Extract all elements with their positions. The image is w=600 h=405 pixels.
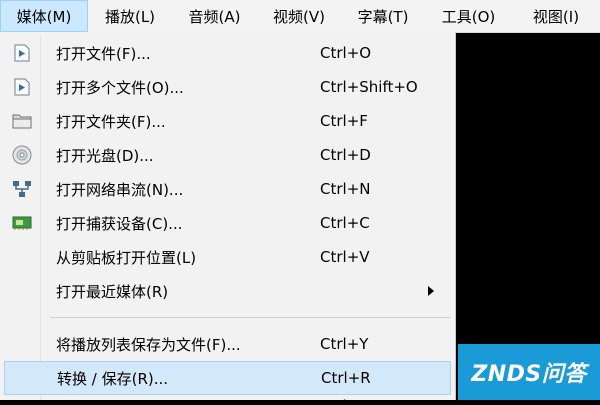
menu-item-label: 从剪贴板打开位置(L): [56, 248, 197, 267]
menu-item-open-folder[interactable]: 打开文件夹(F)... Ctrl+F: [0, 104, 455, 138]
folder-icon: [12, 111, 32, 131]
menu-item-shortcut: Ctrl+Shift+O: [320, 78, 418, 96]
menu-item-shortcut: Ctrl+D: [320, 146, 371, 164]
menu-item-label: 打开捕获设备(C)...: [56, 214, 183, 233]
menu-item-open-from-clipboard[interactable]: 从剪贴板打开位置(L) Ctrl+V: [0, 240, 455, 274]
submenu-arrow-icon: [428, 286, 434, 296]
menu-item-label: 打开文件夹(F)...: [56, 112, 166, 131]
menubar-audio[interactable]: 音频(A): [172, 0, 257, 32]
menu-item-save-playlist[interactable]: 将播放列表保存为文件(F)... Ctrl+Y: [0, 327, 455, 361]
menu-item-label: 将播放列表保存为文件(F)...: [56, 335, 241, 354]
capture-card-icon: [12, 213, 32, 233]
menubar: 媒体(M) 播放(L) 音频(A) 视频(V) 字幕(T) 工具(O) 视图(I…: [0, 0, 600, 33]
media-file-icon: [12, 43, 32, 63]
menu-item-stream[interactable]: 流... Ctrl+S: [0, 395, 455, 405]
menu-item-label: 打开网络串流(N)...: [56, 180, 184, 199]
menubar-view[interactable]: 视图(I): [512, 0, 600, 32]
media-dropdown-menu: 打开文件(F)... Ctrl+O 打开多个文件(O)... Ctrl+Shif…: [0, 32, 456, 405]
menu-item-open-capture-device[interactable]: 打开捕获设备(C)... Ctrl+C: [0, 206, 455, 240]
menubar-playback[interactable]: 播放(L): [88, 0, 172, 32]
menu-item-label: 流...: [56, 397, 85, 405]
menu-item-label: 打开文件(F)...: [56, 44, 151, 63]
menu-item-open-disc[interactable]: 打开光盘(D)... Ctrl+D: [0, 138, 455, 172]
menubar-media[interactable]: 媒体(M): [0, 0, 88, 32]
menu-item-label: 打开最近媒体(R): [56, 282, 169, 301]
menu-item-shortcut: Ctrl+V: [320, 248, 370, 266]
menubar-subtitle[interactable]: 字幕(T): [341, 0, 425, 32]
disc-icon: [12, 145, 32, 165]
menu-item-shortcut: Ctrl+O: [320, 44, 372, 62]
watermark-logo: ZNDS问答: [458, 344, 600, 400]
menu-item-label: 转换 / 保存(R)...: [57, 369, 169, 388]
network-icon: [12, 179, 32, 199]
menubar-video[interactable]: 视频(V): [257, 0, 341, 32]
menu-item-shortcut: Ctrl+C: [320, 214, 370, 232]
menu-separator: [0, 308, 455, 327]
menu-item-open-file[interactable]: 打开文件(F)... Ctrl+O: [0, 36, 455, 70]
menu-item-label: 打开光盘(D)...: [56, 146, 154, 165]
menu-item-convert-save[interactable]: 转换 / 保存(R)... Ctrl+R: [4, 361, 451, 395]
menu-item-recent-media[interactable]: 打开最近媒体(R): [0, 274, 455, 308]
media-file-icon: [12, 77, 32, 97]
menu-item-open-network-stream[interactable]: 打开网络串流(N)... Ctrl+N: [0, 172, 455, 206]
menu-item-open-multiple-files[interactable]: 打开多个文件(O)... Ctrl+Shift+O: [0, 70, 455, 104]
menu-item-shortcut: Ctrl+S: [320, 397, 369, 405]
menu-item-label: 打开多个文件(O)...: [56, 78, 184, 97]
menu-item-shortcut: Ctrl+F: [320, 112, 368, 130]
menu-item-shortcut: Ctrl+R: [321, 369, 371, 387]
menu-item-shortcut: Ctrl+Y: [320, 335, 369, 353]
menubar-tools[interactable]: 工具(O): [425, 0, 512, 32]
menu-item-shortcut: Ctrl+N: [320, 180, 371, 198]
